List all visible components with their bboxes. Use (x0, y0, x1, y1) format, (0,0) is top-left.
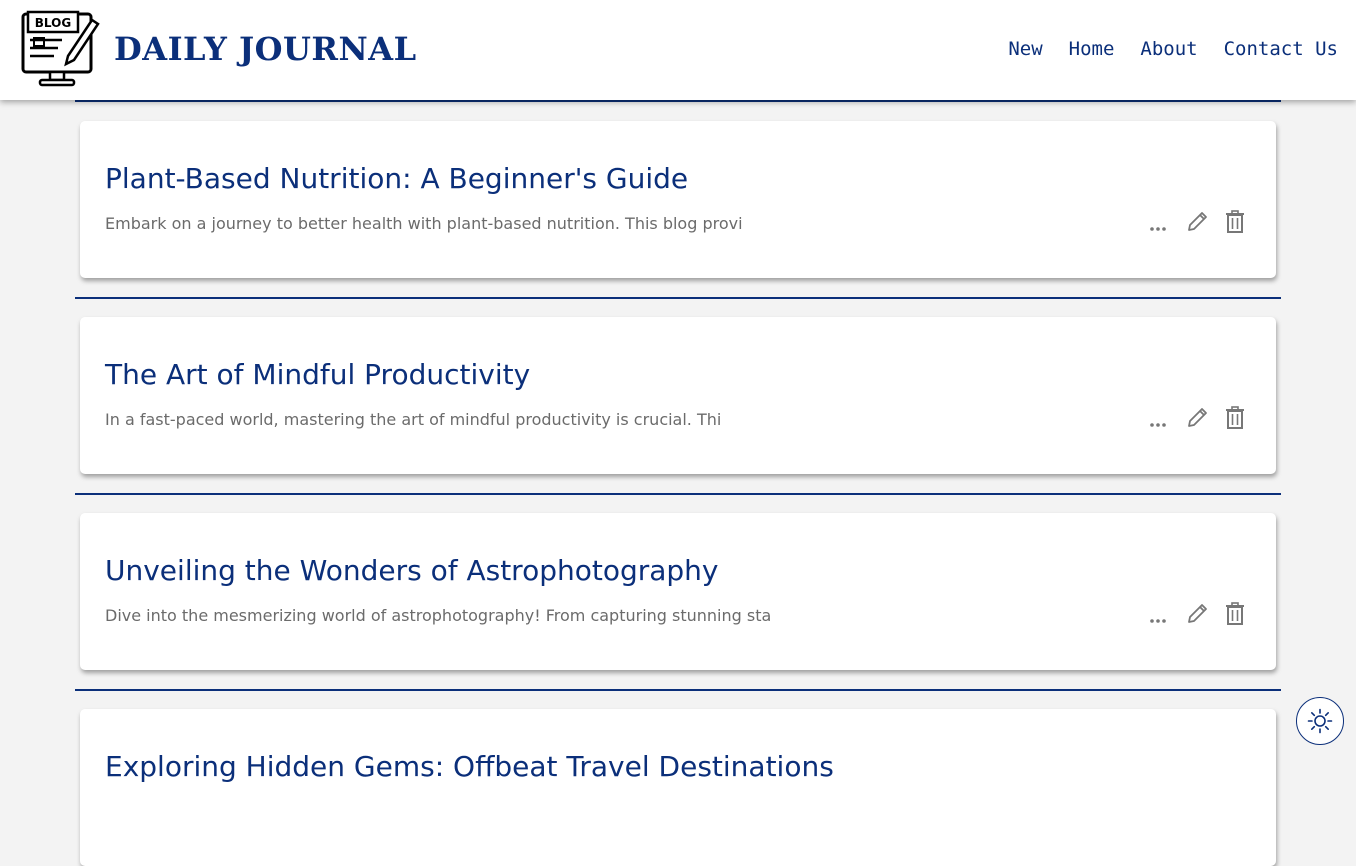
post-divider (75, 100, 1281, 102)
post-actions (1146, 209, 1248, 235)
blog-monitor-icon[interactable]: BLOG (20, 8, 100, 88)
logo-text: BLOG (35, 16, 71, 30)
pencil-icon[interactable] (1184, 209, 1210, 235)
site-title[interactable]: DAILY JOURNAL (114, 30, 417, 68)
trash-icon[interactable] (1222, 601, 1248, 627)
post-title[interactable]: Unveiling the Wonders of Astrophotograph… (105, 554, 719, 587)
post-divider (75, 689, 1281, 691)
trash-icon[interactable] (1222, 405, 1248, 431)
more-dots-icon[interactable] (1146, 601, 1172, 627)
post-title[interactable]: Plant-Based Nutrition: A Beginner's Guid… (105, 162, 688, 195)
post-excerpt: Dive into the mesmerizing world of astro… (105, 606, 772, 625)
nav-contact-us[interactable]: Contact Us (1224, 38, 1338, 60)
nav-about[interactable]: About (1140, 38, 1197, 60)
post-card: Exploring Hidden Gems: Offbeat Travel De… (80, 709, 1276, 866)
pencil-icon[interactable] (1184, 405, 1210, 431)
nav-new[interactable]: New (1008, 38, 1042, 60)
theme-toggle-button[interactable] (1296, 697, 1344, 745)
site-header: BLOG DAILY JOURNAL New Home About Contac… (0, 0, 1356, 100)
post-actions (1146, 601, 1248, 627)
nav-home[interactable]: Home (1069, 38, 1115, 60)
post-card: Plant-Based Nutrition: A Beginner's Guid… (80, 121, 1276, 278)
post-excerpt: Embark on a journey to better health wit… (105, 214, 743, 233)
post-card: Unveiling the Wonders of Astrophotograph… (80, 513, 1276, 670)
post-actions (1146, 405, 1248, 431)
post-title[interactable]: Exploring Hidden Gems: Offbeat Travel De… (105, 750, 834, 783)
trash-icon[interactable] (1222, 209, 1248, 235)
post-card: The Art of Mindful Productivity In a fas… (80, 317, 1276, 474)
more-dots-icon[interactable] (1146, 405, 1172, 431)
pencil-icon[interactable] (1184, 601, 1210, 627)
post-divider (75, 297, 1281, 299)
post-title[interactable]: The Art of Mindful Productivity (105, 358, 530, 391)
post-excerpt: In a fast-paced world, mastering the art… (105, 410, 722, 429)
more-dots-icon[interactable] (1146, 209, 1172, 235)
post-divider (75, 493, 1281, 495)
sun-icon (1307, 708, 1333, 734)
main-nav: New Home About Contact Us (1008, 38, 1338, 60)
